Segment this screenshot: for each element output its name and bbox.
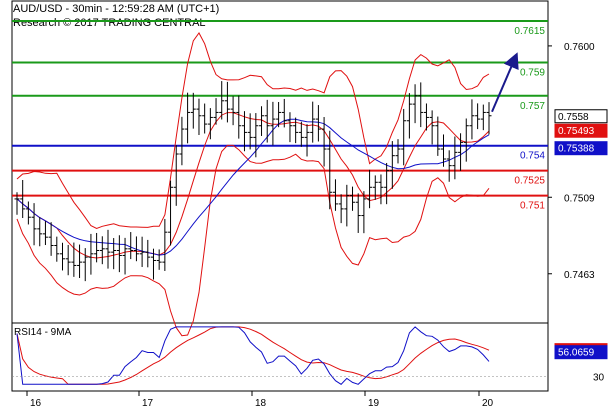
price-chart: 0.7615 0.759 0.757 0.754 0.7525 0.751 RSI14 -… xyxy=(11,0,608,409)
rsi-badge-1-label: 56.0659 xyxy=(558,348,595,359)
level-label-1: 0.759 xyxy=(520,68,545,79)
bollinger-lower xyxy=(16,144,490,337)
axes-layer: 0.7600 0.7509 0.7463 30 16 17 18 19 20 xyxy=(26,42,605,409)
level-label-0: 0.7615 xyxy=(514,26,545,37)
price-badge-0-label: 0.7558 xyxy=(558,112,589,123)
rsi-tick-label: 30 xyxy=(593,373,605,384)
time-tick-label: 17 xyxy=(142,398,154,409)
time-tick-label: 16 xyxy=(30,398,42,409)
moving-average xyxy=(16,118,490,256)
rsi-title: RSI14 - 9MA xyxy=(14,327,72,338)
time-tick-label: 18 xyxy=(255,398,267,409)
rsi-ma-line xyxy=(16,326,490,385)
price-badge-1-label: 0.75493 xyxy=(558,126,595,137)
price-tick-label: 0.7463 xyxy=(564,270,595,281)
price-badge-2-label: 0.75388 xyxy=(558,144,595,155)
time-tick-label: 20 xyxy=(482,398,494,409)
badges-layer: 0.75580.754930.7538858.193356.0659 xyxy=(554,109,608,360)
level-label-3: 0.754 xyxy=(520,151,545,162)
price-tick-label: 0.7509 xyxy=(564,193,595,204)
rsi-layer: RSI14 - 9MA xyxy=(12,326,548,385)
bollinger-layer xyxy=(16,32,490,337)
level-label-4: 0.7525 xyxy=(514,176,545,187)
bollinger-middle xyxy=(16,112,490,259)
price-tick-label: 0.7600 xyxy=(564,42,595,53)
forecast-arrow xyxy=(491,52,519,113)
levels-layer: 0.7615 0.759 0.757 0.754 0.7525 0.751 xyxy=(12,19,548,212)
time-tick-label: 19 xyxy=(368,398,380,409)
candles-layer xyxy=(14,52,519,282)
level-label-5: 0.751 xyxy=(520,201,545,212)
level-label-2: 0.757 xyxy=(520,101,545,112)
